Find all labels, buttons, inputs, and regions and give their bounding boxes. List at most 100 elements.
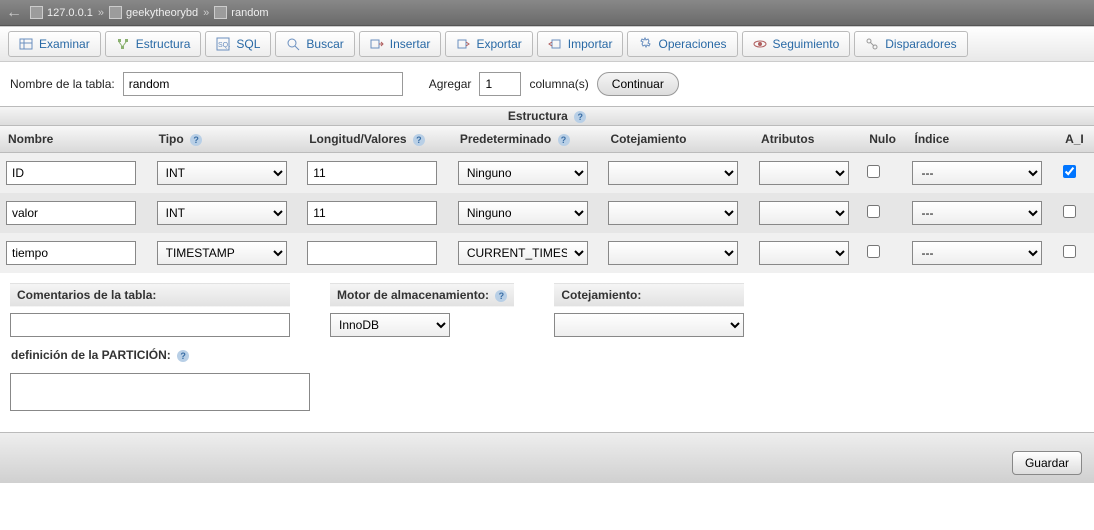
tab-sql[interactable]: SQL SQL xyxy=(205,31,271,57)
export-icon xyxy=(456,37,470,51)
col-length-input[interactable] xyxy=(307,201,437,225)
tab-label: Disparadores xyxy=(885,37,956,51)
th-default: Predeterminado ? xyxy=(452,126,603,153)
header-row: Nombre Tipo ? Longitud/Valores ? Predete… xyxy=(0,126,1094,153)
partition-textarea[interactable] xyxy=(10,373,310,411)
th-type: Tipo ? xyxy=(151,126,302,153)
breadcrumb-host[interactable]: 127.0.0.1 xyxy=(47,7,93,19)
help-icon[interactable]: ? xyxy=(413,134,425,146)
breadcrumb-sep: » xyxy=(98,7,104,19)
col-name-input[interactable] xyxy=(6,201,136,225)
table-row: INTVARCHARTEXTDATETIMESTAMP NingunoNULLCU… xyxy=(0,153,1094,194)
col-default-select[interactable]: NingunoNULLCURRENT_TIMESTAMPComo fue def… xyxy=(458,201,588,225)
tab-import[interactable]: Importar xyxy=(537,31,624,57)
tab-label: Exportar xyxy=(476,37,521,51)
col-ai-checkbox[interactable] xyxy=(1063,245,1076,258)
tab-search[interactable]: Buscar xyxy=(275,31,354,57)
collation-block: Cotejamiento: xyxy=(554,283,744,337)
th-length: Longitud/Valores ? xyxy=(301,126,452,153)
breadcrumb-db[interactable]: geekytheorybd xyxy=(126,7,198,19)
triggers-icon xyxy=(865,37,879,51)
breadcrumb-bar: ← 127.0.0.1 » geekytheorybd » random xyxy=(0,0,1094,26)
col-name-input[interactable] xyxy=(6,161,136,185)
help-icon[interactable]: ? xyxy=(558,134,570,146)
help-icon[interactable]: ? xyxy=(495,290,507,302)
engine-label: Motor de almacenamiento: ? xyxy=(330,283,514,307)
comments-block: Comentarios de la tabla: xyxy=(10,283,290,337)
continue-button[interactable]: Continuar xyxy=(597,72,679,96)
search-icon xyxy=(286,37,300,51)
tab-label: Operaciones xyxy=(658,37,726,51)
col-null-checkbox[interactable] xyxy=(867,205,880,218)
section-title: Estructura ? xyxy=(0,106,1094,126)
comments-label: Comentarios de la tabla: xyxy=(10,283,290,307)
col-index-select[interactable]: ---PRIMARYUNIQUEINDEXFULLTEXT xyxy=(912,161,1042,185)
help-icon[interactable]: ? xyxy=(190,134,202,146)
add-label: Agregar xyxy=(429,77,472,91)
th-name: Nombre xyxy=(0,126,151,153)
col-collation-select[interactable] xyxy=(608,201,738,225)
col-type-select[interactable]: INTVARCHARTEXTDATETIMESTAMP xyxy=(157,241,287,265)
col-type-select[interactable]: INTVARCHARTEXTDATETIMESTAMP xyxy=(157,161,287,185)
import-icon xyxy=(548,37,562,51)
th-ai: A_I xyxy=(1057,126,1094,153)
tablename-label: Nombre de la tabla: xyxy=(10,77,115,91)
insert-icon xyxy=(370,37,384,51)
engine-block: Motor de almacenamiento: ? InnoDBMyISAMM… xyxy=(330,283,514,337)
col-index-select[interactable]: ---PRIMARYUNIQUEINDEXFULLTEXT xyxy=(912,201,1042,225)
tab-insert[interactable]: Insertar xyxy=(359,31,442,57)
col-name-input[interactable] xyxy=(6,241,136,265)
help-icon[interactable]: ? xyxy=(177,350,189,362)
th-attributes: Atributos xyxy=(753,126,861,153)
help-icon[interactable]: ? xyxy=(574,111,586,123)
tab-structure[interactable]: Estructura xyxy=(105,31,202,57)
tab-label: Insertar xyxy=(390,37,431,51)
operations-icon xyxy=(638,37,652,51)
col-attributes-select[interactable] xyxy=(759,241,849,265)
col-index-select[interactable]: ---PRIMARYUNIQUEINDEXFULLTEXT xyxy=(912,241,1042,265)
col-ai-checkbox[interactable] xyxy=(1063,205,1076,218)
tablename-input[interactable] xyxy=(123,72,403,96)
tab-label: Seguimiento xyxy=(773,37,840,51)
tab-export[interactable]: Exportar xyxy=(445,31,532,57)
cols-label: columna(s) xyxy=(529,77,588,91)
col-null-checkbox[interactable] xyxy=(867,165,880,178)
col-type-select[interactable]: INTVARCHARTEXTDATETIMESTAMP xyxy=(157,201,287,225)
col-attributes-select[interactable] xyxy=(759,201,849,225)
tab-browse[interactable]: Examinar xyxy=(8,31,101,57)
tabs: Examinar Estructura SQL SQL Buscar Insert… xyxy=(0,26,1094,62)
server-icon xyxy=(30,6,43,19)
breadcrumb-sep: » xyxy=(203,7,209,19)
collation-label: Cotejamiento: xyxy=(554,283,744,307)
tab-tracking[interactable]: Seguimiento xyxy=(742,31,851,57)
th-collation: Cotejamiento xyxy=(602,126,753,153)
tab-label: SQL xyxy=(236,37,260,51)
collation-select[interactable] xyxy=(554,313,744,337)
tracking-icon xyxy=(753,37,767,51)
browse-icon xyxy=(19,37,33,51)
col-collation-select[interactable] xyxy=(608,161,738,185)
db-icon xyxy=(109,6,122,19)
col-ai-checkbox[interactable] xyxy=(1063,165,1076,178)
col-null-checkbox[interactable] xyxy=(867,245,880,258)
tablename-row: Nombre de la tabla: Agregar columna(s) C… xyxy=(0,62,1094,106)
col-default-select[interactable]: NingunoNULLCURRENT_TIMESTAMPComo fue def… xyxy=(458,161,588,185)
addcols-input[interactable] xyxy=(479,72,521,96)
sql-icon: SQL xyxy=(216,37,230,51)
col-collation-select[interactable] xyxy=(608,241,738,265)
table-row: INTVARCHARTEXTDATETIMESTAMP NingunoNULLCU… xyxy=(0,233,1094,273)
breadcrumb-table[interactable]: random xyxy=(231,7,268,19)
partition-label: definición de la PARTICIÓN: ? xyxy=(10,347,1084,367)
tab-operations[interactable]: Operaciones xyxy=(627,31,737,57)
table-icon xyxy=(214,6,227,19)
comments-input[interactable] xyxy=(10,313,290,337)
col-attributes-select[interactable] xyxy=(759,161,849,185)
col-length-input[interactable] xyxy=(307,241,437,265)
engine-select[interactable]: InnoDBMyISAMMEMORY xyxy=(330,313,450,337)
col-default-select[interactable]: NingunoNULLCURRENT_TIMESTAMPComo fue def… xyxy=(458,241,588,265)
save-button[interactable]: Guardar xyxy=(1012,451,1082,475)
back-arrow[interactable]: ← xyxy=(6,4,22,22)
tab-triggers[interactable]: Disparadores xyxy=(854,31,967,57)
col-length-input[interactable] xyxy=(307,161,437,185)
svg-text:SQL: SQL xyxy=(218,42,230,49)
